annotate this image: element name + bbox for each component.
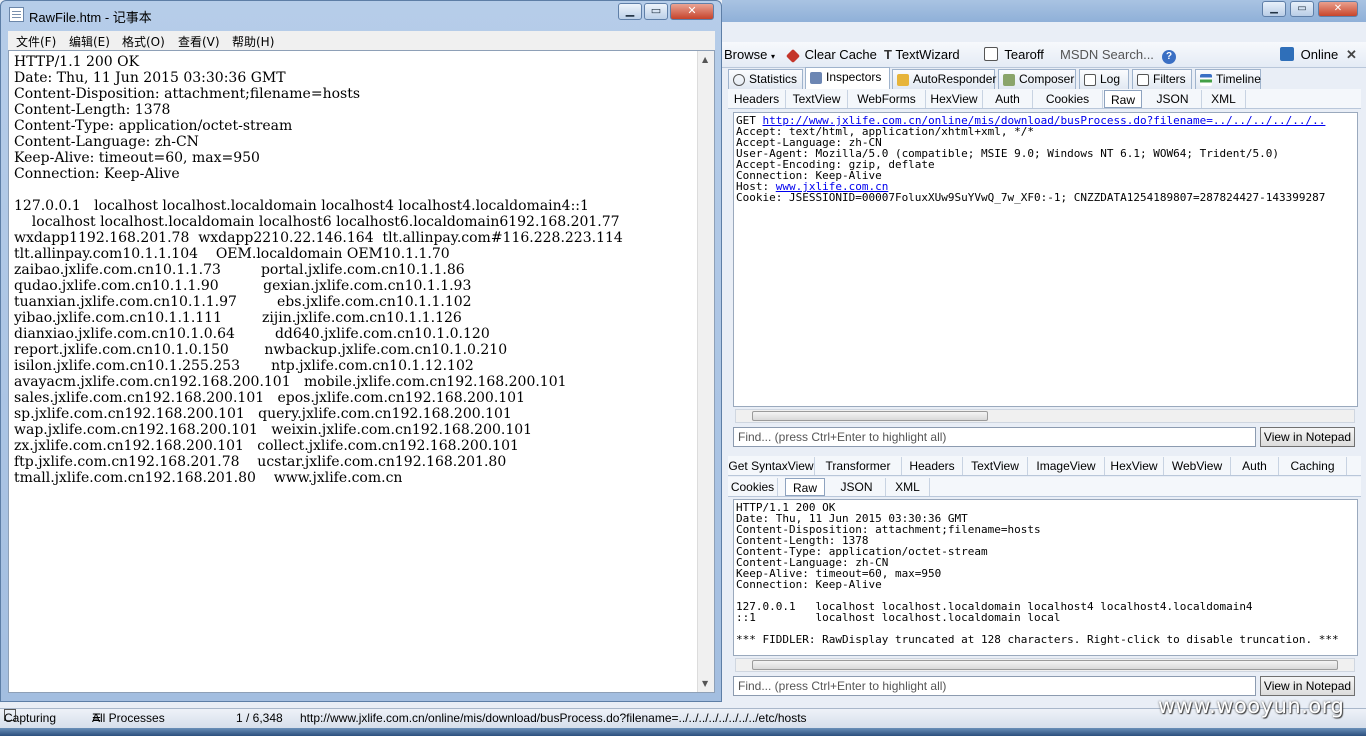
res-tab-imageview[interactable]: ImageView (1028, 457, 1105, 475)
lightning-icon (897, 74, 909, 86)
composer-icon (1003, 74, 1015, 86)
notepad-vscrollbar[interactable]: ▲ ▼ (697, 51, 714, 692)
checkbox-icon[interactable] (1137, 74, 1149, 86)
request-view-in-notepad-button[interactable]: View in Notepad (1260, 427, 1355, 447)
notepad-title: RawFile.htm - 记事本 (29, 10, 152, 25)
request-raw-text[interactable]: GET http://www.jxlife.com.cn/online/mis/… (733, 112, 1358, 407)
watermark: www.wooyun.org (1158, 694, 1345, 718)
res-tab-textview[interactable]: TextView (963, 457, 1028, 475)
res-tab-auth[interactable]: Auth (1231, 457, 1279, 475)
clear-cache-label: Clear Cache (804, 47, 877, 62)
request-subtabs: Headers TextView WebForms HexView Auth C… (728, 89, 1361, 109)
response-raw-text[interactable]: HTTP/1.1 200 OK Date: Thu, 11 Jun 2015 0… (733, 499, 1358, 656)
msdn-search-label: MSDN Search... (1060, 47, 1154, 62)
textwizard-button[interactable]: T TextWizard (884, 46, 960, 64)
response-find-input[interactable]: Find... (press Ctrl+Enter to highlight a… (733, 676, 1256, 696)
res-tab-transformer[interactable]: Transformer (815, 457, 902, 475)
response-view-in-notepad-button[interactable]: View in Notepad (1260, 676, 1355, 696)
response-subtabs-row2: Cookies Raw JSON XML (728, 477, 1361, 497)
online-indicator[interactable]: Online (1280, 46, 1338, 64)
log-icon (1084, 74, 1096, 86)
tab-timeline[interactable]: Timeline (1195, 69, 1261, 89)
scroll-thumb[interactable] (752, 411, 988, 421)
res-tab-cookies[interactable]: Cookies (728, 478, 778, 496)
menu-view[interactable]: 查看(V) (178, 33, 220, 50)
notepad-window: RawFile.htm - 记事本 ▁ ▭ ✕ 文件(F) 编辑(E) 格式(O… (0, 0, 722, 702)
tearoff-icon (984, 47, 998, 61)
chevron-down-icon: ▾ (770, 52, 775, 61)
menu-help[interactable]: 帮助(H) (232, 33, 274, 50)
stopwatch-icon (733, 74, 745, 86)
tearoff-label: Tearoff (1004, 47, 1044, 62)
tearoff-button[interactable]: Tearoff (984, 46, 1044, 64)
online-label: Online (1300, 47, 1339, 62)
res-tab-json[interactable]: JSON (828, 478, 886, 496)
res-tab-hexview[interactable]: HexView (1105, 457, 1164, 475)
maximize-icon[interactable]: ▭ (1290, 1, 1314, 17)
notepad-content[interactable]: HTTP/1.1 200 OK Date: Thu, 11 Jun 2015 0… (14, 54, 694, 486)
req-tab-auth[interactable]: Auth (983, 90, 1033, 108)
req-tab-headers[interactable]: Headers (728, 90, 786, 108)
req-tab-cookies[interactable]: Cookies (1033, 90, 1103, 108)
res-tab-caching[interactable]: Caching (1279, 457, 1347, 475)
help-icon[interactable]: ? (1162, 46, 1176, 64)
menu-format[interactable]: 格式(O) (122, 33, 165, 50)
minimize-icon[interactable]: ▁ (1262, 1, 1286, 17)
tab-statistics[interactable]: Statistics (728, 69, 803, 89)
res-tab-syntaxview[interactable]: Get SyntaxView (728, 457, 815, 475)
req-tab-raw[interactable]: Raw (1104, 90, 1142, 108)
notepad-menubar: 文件(F) 编辑(E) 格式(O) 查看(V) 帮助(H) (8, 31, 715, 50)
online-icon (1280, 47, 1294, 61)
main-tabs: Statistics Inspectors AutoResponder Comp… (728, 67, 1366, 89)
msdn-search-input[interactable]: MSDN Search... (1060, 46, 1154, 64)
scroll-up-icon[interactable]: ▲ (702, 55, 708, 64)
response-subtabs-row1: Get SyntaxView Transformer Headers TextV… (728, 456, 1361, 476)
request-cookie-line: Cookie: JSESSIONID=00007FoluxXUw9SuYVwQ_… (736, 191, 1326, 204)
notepad-maximize-icon[interactable]: ▭ (644, 3, 668, 20)
fiddler-toolbar: Browse ▾ Clear Cache T TextWizard Tearof… (722, 42, 1366, 68)
notepad-icon (9, 7, 24, 22)
close-toolbar-icon[interactable]: ✕ (1346, 46, 1357, 64)
clear-cache-icon (785, 48, 801, 64)
res-tab-webview[interactable]: WebView (1164, 457, 1231, 475)
req-tab-webforms[interactable]: WebForms (848, 90, 926, 108)
menu-edit[interactable]: 编辑(E) (69, 33, 110, 50)
textwizard-label: TextWizard (895, 47, 960, 62)
notepad-minimize-icon[interactable]: ▁ (618, 3, 642, 20)
res-tab-headers[interactable]: Headers (902, 457, 963, 475)
req-tab-hexview[interactable]: HexView (926, 90, 983, 108)
inspectors-icon (810, 72, 822, 84)
close-icon[interactable]: ✕ (1318, 1, 1358, 17)
fiddler-titlebar: ▁ ▭ ✕ (722, 0, 1366, 22)
req-tab-xml[interactable]: XML (1202, 90, 1246, 108)
menu-file[interactable]: 文件(F) (16, 33, 56, 50)
res-tab-raw[interactable]: Raw (785, 478, 825, 496)
notepad-edit-area[interactable]: HTTP/1.1 200 OK Date: Thu, 11 Jun 2015 0… (8, 50, 715, 693)
tab-composer[interactable]: Composer (998, 69, 1076, 89)
tab-filters[interactable]: Filters (1132, 69, 1192, 89)
request-hscrollbar[interactable] (735, 409, 1355, 423)
tab-autoresponder[interactable]: AutoResponder (892, 69, 996, 89)
req-tab-json[interactable]: JSON (1144, 90, 1202, 108)
notepad-close-icon[interactable]: ✕ (670, 3, 714, 20)
timeline-icon (1200, 74, 1212, 86)
textwizard-icon: T (884, 47, 892, 62)
status-url: http://www.jxlife.com.cn/online/mis/down… (300, 711, 807, 725)
tab-log[interactable]: Log (1079, 69, 1129, 89)
browse-label: Browse (724, 47, 768, 62)
tab-inspectors[interactable]: Inspectors (805, 67, 890, 89)
response-hscrollbar[interactable] (735, 658, 1355, 672)
session-count: 1 / 6,348 (236, 711, 283, 725)
req-tab-textview[interactable]: TextView (786, 90, 848, 108)
clear-cache-button[interactable]: Clear Cache (785, 46, 877, 64)
scroll-thumb[interactable] (752, 660, 1338, 670)
res-tab-xml[interactable]: XML (886, 478, 930, 496)
scroll-down-icon[interactable]: ▼ (702, 679, 708, 688)
taskbar (0, 728, 1366, 736)
browse-button[interactable]: Browse ▾ (724, 46, 775, 64)
request-find-input[interactable]: Find... (press Ctrl+Enter to highlight a… (733, 427, 1256, 447)
